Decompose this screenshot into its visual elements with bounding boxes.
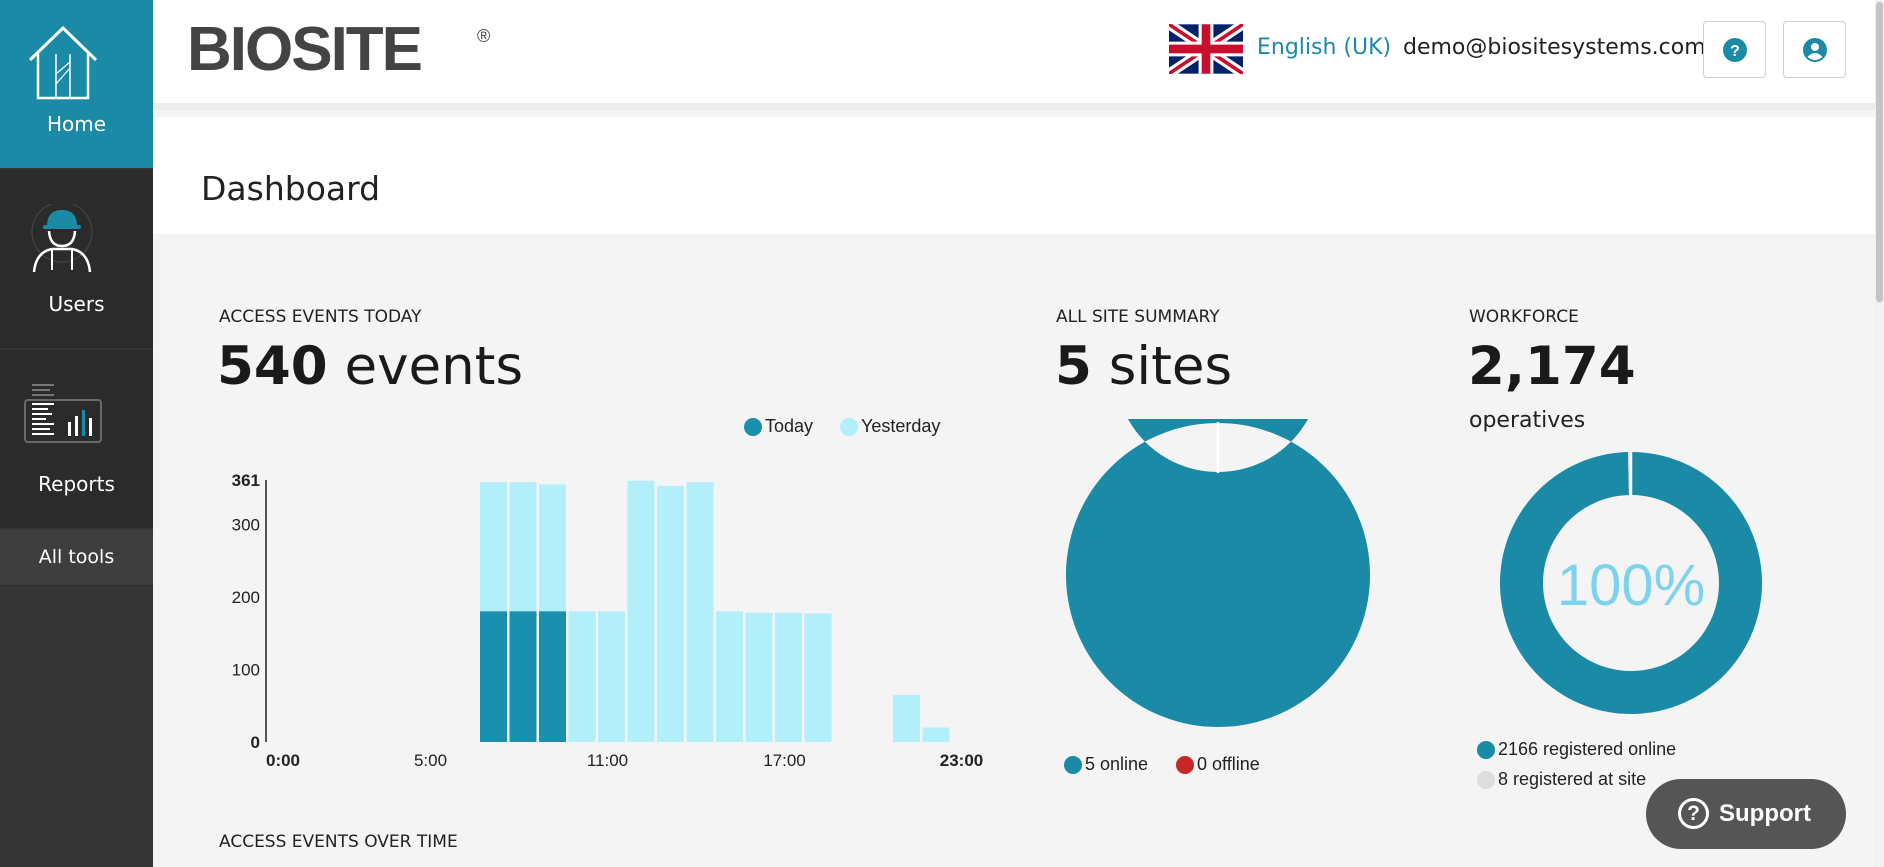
- support-label: Support: [1719, 800, 1811, 827]
- app-root: Home Users Reports All tools BIOSITE ® E…: [0, 0, 1884, 867]
- bar-yesterday[interactable]: [745, 612, 773, 742]
- site-summary-unit: sites: [1108, 336, 1233, 397]
- sidebar-item-label: Users: [48, 292, 105, 316]
- bar-yesterday[interactable]: [716, 611, 743, 742]
- y-tick-label: 100: [232, 660, 260, 679]
- uk-flag-icon[interactable]: [1169, 24, 1243, 74]
- sidebar: Home Users Reports All tools: [0, 0, 153, 867]
- site-summary-count: 5 sites: [1055, 336, 1232, 397]
- user-circle-icon: [1803, 38, 1827, 62]
- report-icon: [24, 384, 102, 443]
- donut-center-label: 100%: [1557, 553, 1705, 618]
- x-tick-label: 23:00: [940, 751, 983, 770]
- bar-yesterday[interactable]: [657, 485, 684, 742]
- bar-today[interactable]: [480, 611, 507, 742]
- biosite-logo: BIOSITE ®: [187, 15, 490, 78]
- legend-offline-swatch: [1176, 755, 1194, 774]
- x-tick-label: 5:00: [414, 751, 447, 770]
- svg-text:?: ?: [1730, 43, 1740, 60]
- page-scrollbar[interactable]: [1875, 0, 1884, 867]
- y-tick-label: 300: [232, 515, 260, 534]
- sidebar-item-home[interactable]: Home: [0, 0, 153, 168]
- x-tick-label: 11:00: [587, 751, 628, 770]
- access-events-value: 540: [217, 336, 328, 397]
- language-selector[interactable]: English (UK): [1257, 35, 1391, 60]
- bar-yesterday[interactable]: [598, 611, 625, 742]
- bar-yesterday[interactable]: [568, 611, 596, 742]
- sidebar-item-label: Reports: [38, 472, 115, 496]
- x-tick-label: 0:00: [266, 751, 300, 770]
- legend-registered-site-swatch: [1477, 770, 1495, 789]
- legend-registered-online-label: 2166 registered online: [1498, 739, 1677, 759]
- bar-today[interactable]: [509, 611, 537, 742]
- bar-yesterday[interactable]: [893, 694, 920, 742]
- access-events-bar-chart: 0 100 200 300 361 0:00 5:00 11:00 17:00 23:00: [232, 471, 984, 770]
- bar-yesterday[interactable]: [804, 613, 832, 742]
- svg-text:®: ®: [477, 26, 490, 46]
- help-button[interactable]: ?: [1703, 21, 1766, 78]
- site-summary-donut: [1066, 419, 1370, 727]
- legend-registered-site: 8 registered at site: [1477, 769, 1646, 790]
- y-tick-label: 0: [251, 733, 260, 752]
- access-events-count: 540 events: [217, 336, 523, 397]
- user-email: demo@biositesystems.com: [1403, 35, 1706, 60]
- x-tick-label: 17:00: [763, 751, 806, 770]
- page-title: Dashboard: [201, 169, 381, 208]
- workforce-donut: 100%: [1500, 451, 1762, 714]
- workforce-subtitle: operatives: [1469, 408, 1586, 433]
- workforce-count: 2,174: [1468, 336, 1636, 397]
- legend-online: 5 online: [1064, 754, 1148, 775]
- sidebar-item-reports[interactable]: Reports: [0, 350, 153, 528]
- sidebar-item-label: All tools: [38, 546, 115, 568]
- svg-text:BIOSITE: BIOSITE: [187, 15, 421, 78]
- bar-today[interactable]: [539, 611, 566, 742]
- legend-registered-online: 2166 registered online: [1477, 739, 1676, 760]
- house-icon: [28, 25, 98, 100]
- legend-registered-online-swatch: [1477, 740, 1495, 759]
- question-circle-icon: ?: [1723, 38, 1747, 62]
- top-header: BIOSITE ® English (UK) demo@biositesyste…: [153, 0, 1884, 110]
- sidebar-item-all-tools[interactable]: All tools: [0, 530, 153, 586]
- y-tick-label: 200: [232, 588, 260, 607]
- worker-icon: [31, 204, 93, 273]
- legend-offline-label: 0 offline: [1197, 754, 1260, 774]
- user-account-button[interactable]: [1783, 21, 1846, 78]
- question-circle-icon: ?: [1678, 798, 1709, 829]
- legend-online-label: 5 online: [1085, 754, 1149, 774]
- scrollbar-thumb[interactable]: [1876, 2, 1883, 302]
- page-title-band: Dashboard: [153, 117, 1875, 234]
- workforce-title: WORKFORCE: [1469, 307, 1579, 327]
- legend-registered-site-label: 8 registered at site: [1498, 769, 1647, 789]
- site-summary-title: ALL SITE SUMMARY: [1056, 307, 1220, 327]
- legend-online-swatch: [1064, 755, 1082, 774]
- y-tick-label: 361: [232, 471, 260, 490]
- access-events-over-time-title: ACCESS EVENTS OVER TIME: [219, 832, 458, 852]
- legend-offline: 0 offline: [1176, 754, 1260, 775]
- bar-yesterday[interactable]: [775, 612, 802, 742]
- sidebar-item-label: Home: [46, 112, 107, 136]
- site-summary-value: 5: [1055, 336, 1092, 397]
- support-button[interactable]: ? Support: [1646, 779, 1846, 849]
- bar-yesterday[interactable]: [627, 480, 655, 742]
- bar-yesterday[interactable]: [922, 727, 950, 742]
- sidebar-item-users[interactable]: Users: [0, 170, 153, 348]
- access-events-title: ACCESS EVENTS TODAY: [219, 307, 422, 327]
- access-events-unit: events: [344, 336, 524, 397]
- bar-yesterday[interactable]: [686, 482, 714, 742]
